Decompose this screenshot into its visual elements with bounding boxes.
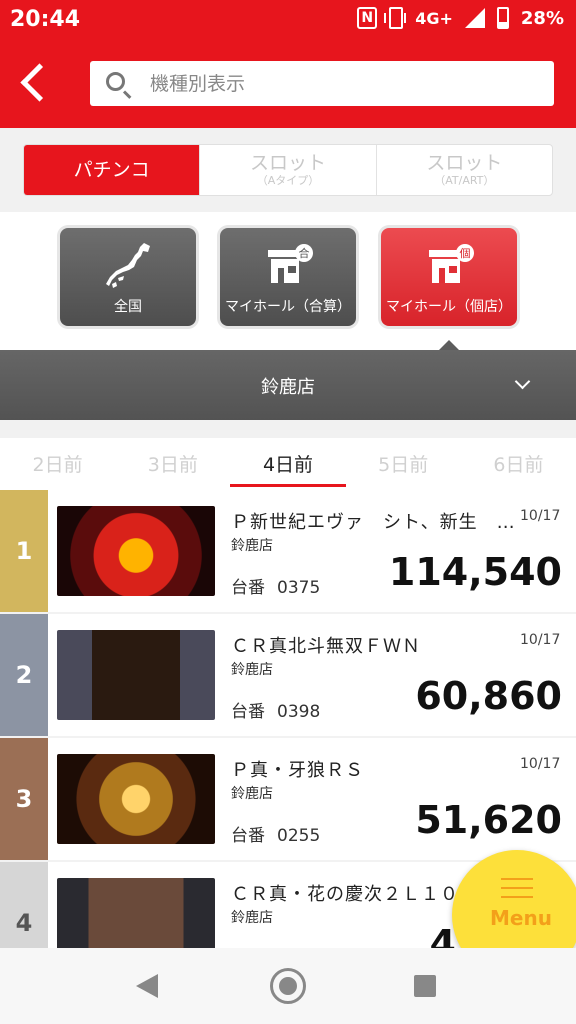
- row-date: 10/17: [520, 756, 561, 772]
- machine-number-label: 台番: [231, 826, 265, 846]
- machine-number-value: 0398: [277, 702, 321, 722]
- rank-badge: 4: [0, 862, 48, 948]
- search-box[interactable]: [90, 61, 554, 106]
- machine-number-value: 0255: [277, 826, 321, 846]
- tab-day-3[interactable]: 3日前: [115, 438, 230, 490]
- nfc-icon: N: [357, 7, 378, 29]
- back-button[interactable]: [12, 58, 56, 108]
- hall-combined-icon: 合: [268, 244, 313, 283]
- tab-label: スロット: [249, 152, 326, 174]
- tab-sublabel: （AT/ART）: [434, 174, 495, 187]
- row-store: 鈴鹿店: [231, 538, 273, 554]
- app-header: [0, 40, 576, 128]
- row-date: 10/17: [520, 508, 561, 524]
- status-icons: N 4G+ 28%: [357, 7, 564, 29]
- machine-thumbnail: [57, 878, 215, 948]
- machine-title: Ｐ真・牙狼ＲＳ: [231, 760, 364, 781]
- tab-sublabel: （Aタイプ）: [256, 174, 320, 187]
- machine-title: ＣＲ真北斗無双ＦＷＮ: [231, 636, 421, 657]
- category-label: マイホール（合算）: [225, 299, 351, 315]
- hall-badge-text: 合: [299, 246, 310, 260]
- row-date: 10/17: [520, 632, 561, 648]
- hall-individual-icon: 個: [429, 244, 474, 283]
- tab-label: パチンコ: [73, 159, 150, 181]
- machine-title: Ｐ新世紀エヴァ シト、新生 …: [231, 512, 516, 533]
- machine-number: 台番 0255: [231, 821, 320, 846]
- signal-icon: [464, 8, 485, 28]
- menu-label: Menu: [490, 906, 552, 930]
- store-select[interactable]: 鈴鹿店: [0, 350, 576, 420]
- search-icon: [106, 72, 125, 91]
- list-item[interactable]: 1 Ｐ新世紀エヴァ シト、新生 … 10/17 鈴鹿店 台番 0375 114,5…: [0, 490, 576, 612]
- category-myhall-individual-button[interactable]: 個 マイホール（個店）: [381, 228, 517, 326]
- category-label: マイホール（個店）: [386, 299, 512, 315]
- machine-number: 台番 0398: [231, 697, 320, 722]
- row-store: 鈴鹿店: [231, 910, 273, 926]
- search-input[interactable]: [150, 61, 540, 106]
- machine-thumbnail: [57, 754, 215, 844]
- category-myhall-combined-button[interactable]: 合 マイホール（合算）: [220, 228, 356, 326]
- hall-badge-text: 個: [460, 247, 471, 260]
- machine-number-label: 台番: [231, 578, 265, 598]
- row-value: 60,860: [415, 674, 562, 718]
- tab-pachinko[interactable]: パチンコ: [24, 145, 200, 195]
- status-time: 20:44: [10, 7, 81, 32]
- category-nationwide-button[interactable]: 全国: [60, 228, 196, 326]
- category-label: 全国: [114, 299, 142, 315]
- machine-number-label: 台番: [231, 702, 265, 722]
- row-value: 114,540: [388, 550, 562, 594]
- nav-recents-icon[interactable]: [414, 975, 436, 997]
- nav-home-icon[interactable]: [270, 968, 306, 1004]
- system-nav-bar: [0, 948, 576, 1024]
- row-value: 51,620: [415, 798, 562, 842]
- status-bar: 20:44 N 4G+ 28%: [0, 0, 576, 40]
- tab-day-2[interactable]: 2日前: [0, 438, 115, 490]
- machine-thumbnail: [57, 506, 215, 596]
- type-tabs: パチンコ スロット （Aタイプ） スロット （AT/ART）: [23, 144, 553, 196]
- row-store: 鈴鹿店: [231, 786, 273, 802]
- battery-icon: [496, 7, 509, 29]
- hamburger-icon: [501, 878, 533, 898]
- nav-back-icon[interactable]: [136, 974, 158, 998]
- tab-slot-a-type[interactable]: スロット （Aタイプ）: [199, 145, 375, 195]
- day-tabs: 2日前 3日前 4日前 5日前 6日前: [0, 438, 576, 490]
- tab-slot-at-art[interactable]: スロット （AT/ART）: [375, 145, 552, 195]
- machine-thumbnail: [57, 630, 215, 720]
- type-tabs-area: パチンコ スロット （Aタイプ） スロット （AT/ART）: [0, 128, 576, 212]
- japan-map-icon: [106, 243, 150, 288]
- list-item[interactable]: 2 ＣＲ真北斗無双ＦＷＮ 10/17 鈴鹿店 台番 0398 60,860: [0, 614, 576, 736]
- tab-day-6[interactable]: 6日前: [461, 438, 576, 490]
- vibrate-icon: [384, 7, 407, 29]
- row-store: 鈴鹿店: [231, 662, 273, 678]
- tab-day-5[interactable]: 5日前: [346, 438, 461, 490]
- rank-badge: 3: [0, 738, 48, 860]
- tab-label: スロット: [426, 152, 503, 174]
- list-item[interactable]: 3 Ｐ真・牙狼ＲＳ 10/17 鈴鹿店 台番 0255 51,620: [0, 738, 576, 860]
- category-area: 全国 合 マイホール（合算） 個 マイホール（個店）: [0, 212, 576, 350]
- store-name: 鈴鹿店: [261, 377, 315, 398]
- tab-day-4[interactable]: 4日前: [230, 438, 346, 490]
- machine-number-value: 0375: [277, 578, 321, 598]
- machine-number: 台番 0375: [231, 573, 320, 598]
- battery-percent: 28%: [520, 7, 564, 29]
- network-type: 4G+: [415, 8, 453, 28]
- rank-badge: 1: [0, 490, 48, 612]
- rank-badge: 2: [0, 614, 48, 736]
